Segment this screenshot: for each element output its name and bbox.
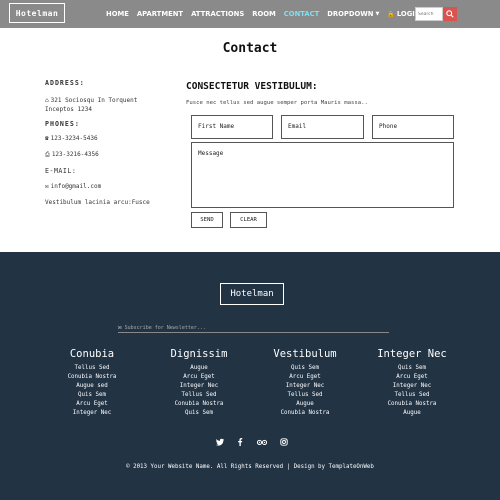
message-field[interactable]: Message <box>191 142 454 208</box>
footer-link[interactable]: Arcu Eget <box>362 373 462 382</box>
column-heading: Conubia <box>69 348 115 360</box>
footer-column-conubia: Conubia Tellus Sed Conubia Nostra Augue … <box>42 348 142 419</box>
footer-link[interactable]: Quis Sem <box>362 364 462 373</box>
footer-link[interactable]: Conubia Nostra <box>362 400 462 409</box>
email-address[interactable]: info@gmail.com <box>51 183 102 190</box>
home-icon: ⌂ <box>45 97 49 104</box>
nav-home[interactable]: HOME <box>106 10 129 18</box>
footer-link[interactable]: Augue <box>362 409 462 418</box>
footer-link[interactable]: Quis Sem <box>149 409 249 418</box>
twitter-icon[interactable] <box>216 438 224 446</box>
footer-link[interactable]: Tellus Sed <box>255 391 355 400</box>
search-bar <box>415 7 457 21</box>
phones-label: PHONES: <box>45 120 80 128</box>
envelope-icon: ✉ <box>118 324 122 331</box>
phone-row: ☎ 123-3234-5436 <box>45 135 175 142</box>
phone-field[interactable]: Phone <box>372 115 454 139</box>
search-button[interactable] <box>443 7 457 21</box>
footer-column-vestibulum: Vestibulum Quis Sem Arcu Eget Integer Ne… <box>255 348 355 419</box>
instagram-icon[interactable] <box>280 438 288 446</box>
first-name-field[interactable]: First Name <box>191 115 273 139</box>
page-title: Contact <box>222 41 278 56</box>
email-field[interactable]: Email <box>281 115 364 139</box>
footer-logo[interactable]: Hotelman <box>220 283 284 305</box>
nav-dropdown[interactable]: DROPDOWN ▼ <box>327 10 379 18</box>
footer-link[interactable]: Integer Nec <box>255 382 355 391</box>
footer-link[interactable]: Augue sed <box>42 382 142 391</box>
footer: Hotelman ✉ Subscribe for Newsletter... C… <box>0 252 500 500</box>
address-line1: 321 Sociosqu In Torquent <box>50 97 138 104</box>
send-button[interactable]: SEND <box>191 212 223 228</box>
footer-link[interactable]: Integer Nec <box>362 382 462 391</box>
footer-link[interactable]: Tellus Sed <box>362 391 462 400</box>
envelope-icon: ✉ <box>45 183 49 190</box>
footer-link[interactable]: Integer Nec <box>149 382 249 391</box>
phone-icon: ☎ <box>45 135 49 142</box>
footer-link[interactable]: Augue <box>255 400 355 409</box>
footer-link[interactable]: Tellus Sed <box>42 364 142 373</box>
top-navbar: Hotelman HOME APARTMENT ATTRACTIONS ROOM… <box>0 0 500 28</box>
footer-link[interactable]: Quis Sem <box>42 391 142 400</box>
main-nav: HOME APARTMENT ATTRACTIONS ROOM CONTACT … <box>106 0 434 28</box>
footer-link[interactable]: Integer Nec <box>42 409 142 418</box>
footer-link[interactable]: Arcu Eget <box>255 373 355 382</box>
newsletter-placeholder: Subscribe for Newsletter... <box>124 324 206 331</box>
nav-dropdown-label: DROPDOWN <box>327 10 374 18</box>
newsletter-input[interactable]: ✉ Subscribe for Newsletter... <box>118 323 389 333</box>
address-line2: Inceptos 1234 <box>45 106 92 113</box>
footer-link[interactable]: Arcu Eget <box>42 400 142 409</box>
footer-column-dignissim: Dignissim Augue Arcu Eget Integer Nec Te… <box>149 348 249 419</box>
clear-button[interactable]: CLEAR <box>230 212 267 228</box>
nav-room[interactable]: ROOM <box>252 10 276 18</box>
email-row: ✉ info@gmail.com <box>45 183 175 190</box>
email-label: E-MAIL: <box>45 167 77 175</box>
form-description: Fusce nec tellus sed augue semper porta … <box>186 100 368 106</box>
footer-column-integer-nec: Integer Nec Quis Sem Arcu Eget Integer N… <box>362 348 462 419</box>
footer-link[interactable]: Conubia Nostra <box>149 400 249 409</box>
address: ⌂ 321 Sociosqu In Torquent <box>45 96 175 105</box>
footer-link[interactable]: Conubia Nostra <box>255 409 355 418</box>
footer-link[interactable]: Augue <box>149 364 249 373</box>
contact-info: ADDRESS: ⌂ 321 Sociosqu In Torquent Incep… <box>45 79 175 206</box>
tripadvisor-icon[interactable] <box>257 438 267 446</box>
copyright: © 2013 Your Website Name. All Rights Res… <box>126 464 374 470</box>
column-heading: Vestibulum <box>273 348 337 360</box>
column-heading: Integer Nec <box>377 348 447 360</box>
form-title: CONSECTETUR VESTIBULUM: <box>186 81 318 92</box>
nav-contact[interactable]: CONTACT <box>284 10 319 18</box>
phone-number: 123-3234-5436 <box>50 135 98 142</box>
site-logo[interactable]: Hotelman <box>9 3 65 23</box>
footer-link[interactable]: Tellus Sed <box>149 391 249 400</box>
footer-link[interactable]: Conubia Nostra <box>42 373 142 382</box>
fax-icon: ⎙ <box>45 151 50 158</box>
facebook-icon[interactable] <box>237 438 243 446</box>
column-heading: Dignissim <box>170 348 228 360</box>
nav-apartment[interactable]: APARTMENT <box>137 10 183 18</box>
fax-row: ⎙ 123-3216-4356 <box>45 151 175 159</box>
search-input[interactable] <box>415 7 443 21</box>
contact-note: Vestibulum lacinia arcu:Fusce <box>45 199 150 206</box>
lock-icon: 🔒 <box>387 11 395 18</box>
caret-down-icon: ▼ <box>375 11 380 17</box>
footer-link[interactable]: Arcu Eget <box>149 373 249 382</box>
footer-link[interactable]: Quis Sem <box>255 364 355 373</box>
address-label: ADDRESS: <box>45 79 85 87</box>
fax-number: 123-3216-4356 <box>51 151 99 158</box>
nav-attractions[interactable]: ATTRACTIONS <box>191 10 244 18</box>
search-icon <box>446 10 454 18</box>
